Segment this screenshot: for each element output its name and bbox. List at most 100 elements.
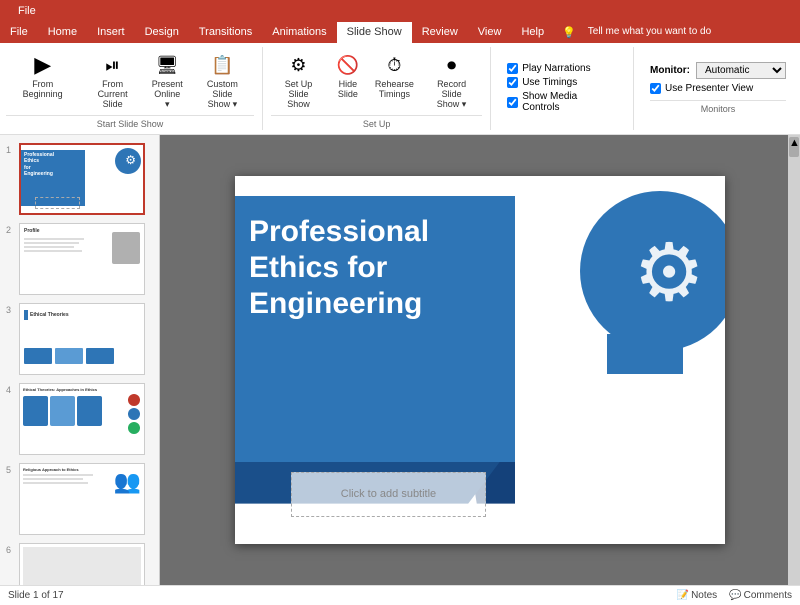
slide-thumb-3[interactable]: 3 Ethical Theories	[4, 301, 155, 377]
thumb1-subtitle-box	[35, 197, 80, 209]
thumb3-bar-icon	[24, 310, 28, 320]
show-media-controls-checkbox[interactable]	[507, 97, 518, 108]
show-media-controls-check[interactable]: Show Media Controls	[507, 91, 617, 113]
thumb1-title: ProfessionalEthicsforEngineering	[24, 152, 54, 178]
use-timings-checkbox[interactable]	[507, 77, 518, 88]
slide-canvas[interactable]: Professional Ethics for Engineering Clic…	[235, 176, 725, 544]
thumb4-item1	[23, 396, 48, 426]
slide-thumb-6[interactable]: 6 Religious Approach to Ethics	[4, 541, 155, 585]
present-online-label: PresentOnline ▾	[151, 80, 184, 110]
record-slide-show-label: Record SlideShow ▾	[426, 80, 477, 110]
slide-subtitle-box[interactable]: Click to add subtitle	[291, 472, 486, 517]
tab-help[interactable]: Help	[511, 22, 554, 43]
custom-slide-show-button[interactable]: 📋 Custom SlideShow ▾	[191, 47, 254, 113]
thumb4-circle-green	[128, 422, 140, 434]
setup-buttons: ⚙ Set UpSlide Show 🚫 HideSlide ⏱ Rehears…	[271, 47, 482, 113]
thumb3-box3	[86, 348, 114, 364]
monitor-row: Monitor: Automatic	[650, 62, 786, 79]
thumb2-line4	[24, 250, 82, 252]
slide-thumb-1[interactable]: 1 ProfessionalEthicsforEngineering ⚙	[4, 141, 155, 217]
ribbon-tabs: File Home Insert Design Transitions Anim…	[0, 22, 800, 43]
tab-animations[interactable]: Animations	[262, 22, 336, 43]
status-bar: Slide 1 of 17 📝 Notes 💬 Comments	[0, 585, 800, 605]
hide-slide-button[interactable]: 🚫 HideSlide	[328, 47, 368, 113]
slide-thumb-img-1: ProfessionalEthicsforEngineering ⚙	[19, 143, 145, 215]
slide-thumb-5[interactable]: 5 Religious Approach to Ethics 👥	[4, 461, 155, 537]
play-narrations-checkbox[interactable]	[507, 63, 518, 74]
thumb4-item2	[50, 396, 75, 426]
from-beginning-icon: ▶	[28, 50, 58, 80]
slide-thumb-img-6: Religious Approach to Ethics	[19, 543, 145, 585]
rehearse-timings-icon: ⏱	[379, 50, 409, 80]
from-beginning-button[interactable]: ▶ From Beginning	[6, 47, 79, 113]
play-narrations-label: Play Narrations	[522, 63, 590, 74]
slide-subtitle-placeholder: Click to add subtitle	[341, 488, 436, 500]
rehearse-timings-button[interactable]: ⏱ RehearseTimings	[370, 47, 419, 113]
monitor-label: Monitor:	[650, 65, 690, 76]
slide-thumb-img-2: Profile	[19, 223, 145, 295]
record-slide-show-button[interactable]: ⏺ Record SlideShow ▾	[421, 47, 482, 113]
tab-insert[interactable]: Insert	[87, 22, 135, 43]
from-current-icon: ⏯	[98, 50, 128, 80]
thumb4-circles	[128, 394, 140, 434]
custom-slide-show-icon: 📋	[207, 50, 237, 80]
tab-transitions[interactable]: Transitions	[189, 22, 262, 43]
thumb2-line3	[24, 246, 74, 248]
from-current-label: FromCurrent Slide	[86, 80, 138, 110]
ribbon-content: ▶ From Beginning ⏯ FromCurrent Slide 🖥 P…	[0, 43, 800, 135]
tab-home[interactable]: Home	[38, 22, 87, 43]
slide-num-1: 1	[6, 143, 16, 155]
notes-button[interactable]: 📝 Notes	[677, 590, 718, 601]
notes-icon: 📝	[677, 590, 689, 601]
present-online-button[interactable]: 🖥 PresentOnline ▾	[146, 47, 189, 113]
presenter-view-checkbox[interactable]	[650, 83, 661, 94]
play-narrations-check[interactable]: Play Narrations	[507, 63, 617, 74]
slide-thumb-2[interactable]: 2 Profile	[4, 221, 155, 297]
use-timings-label: Use Timings	[522, 77, 577, 88]
slide-thumb-img-5: Religious Approach to Ethics 👥	[19, 463, 145, 535]
thumb3-title-text: Ethical Theories	[30, 312, 69, 318]
presenter-view-check[interactable]: Use Presenter View	[650, 83, 786, 94]
from-beginning-label: From Beginning	[11, 80, 74, 100]
show-media-controls-label: Show Media Controls	[522, 91, 617, 113]
group-divider-1	[262, 47, 263, 130]
monitors-group: Monitor: Automatic Use Presenter View Mo…	[642, 47, 794, 130]
thumb4-items	[23, 396, 141, 426]
file-menu-tab[interactable]: File	[8, 3, 46, 19]
slides-panel: 1 ProfessionalEthicsforEngineering ⚙ 2 P…	[0, 135, 160, 585]
tab-file[interactable]: File	[0, 22, 38, 43]
presenter-view-label: Use Presenter View	[665, 83, 753, 94]
thumb5-people-icon: 👥	[114, 469, 141, 495]
thumb4-circle-red	[128, 394, 140, 406]
slide-thumb-4[interactable]: 4 Ethical Theories: Approaches in Ethics	[4, 381, 155, 457]
tab-view[interactable]: View	[468, 22, 512, 43]
thumb2-line2	[24, 242, 79, 244]
slide-num-3: 3	[6, 303, 16, 315]
scroll-up-button[interactable]: ▲	[789, 137, 799, 157]
slide-head-neck	[607, 334, 683, 374]
main-area: 1 ProfessionalEthicsforEngineering ⚙ 2 P…	[0, 135, 800, 585]
thumb3-box2	[55, 348, 83, 364]
slide-thumb-img-4: Ethical Theories: Approaches in Ethics	[19, 383, 145, 455]
tab-slide-show[interactable]: Slide Show	[337, 22, 412, 43]
comments-button[interactable]: 💬 Comments	[729, 590, 792, 601]
slide-main-title[interactable]: Professional Ethics for Engineering	[249, 214, 504, 322]
thumb1-gear-icon: ⚙	[125, 153, 136, 167]
start-slide-show-buttons: ▶ From Beginning ⏯ FromCurrent Slide 🖥 P…	[6, 47, 254, 113]
tell-me-input-area[interactable]: Tell me what you want to do	[584, 22, 715, 43]
vertical-scrollbar[interactable]: ▲	[788, 135, 800, 585]
setup-group-label: Set Up	[271, 115, 482, 130]
tab-review[interactable]: Review	[412, 22, 468, 43]
slide-num-2: 2	[6, 223, 16, 235]
tab-design[interactable]: Design	[135, 22, 189, 43]
use-timings-check[interactable]: Use Timings	[507, 77, 617, 88]
slide-gear-icon: ⚙	[633, 226, 705, 319]
setup-slide-show-button[interactable]: ⚙ Set UpSlide Show	[271, 47, 326, 113]
monitor-select[interactable]: Automatic	[696, 62, 786, 79]
thumb4-title: Ethical Theories: Approaches in Ethics	[23, 387, 103, 392]
setup-slide-show-icon: ⚙	[284, 50, 314, 80]
hide-slide-label: HideSlide	[338, 80, 358, 100]
from-current-slide-button[interactable]: ⏯ FromCurrent Slide	[81, 47, 143, 113]
thumb4-item3	[77, 396, 102, 426]
record-slide-show-icon: ⏺	[437, 50, 467, 80]
